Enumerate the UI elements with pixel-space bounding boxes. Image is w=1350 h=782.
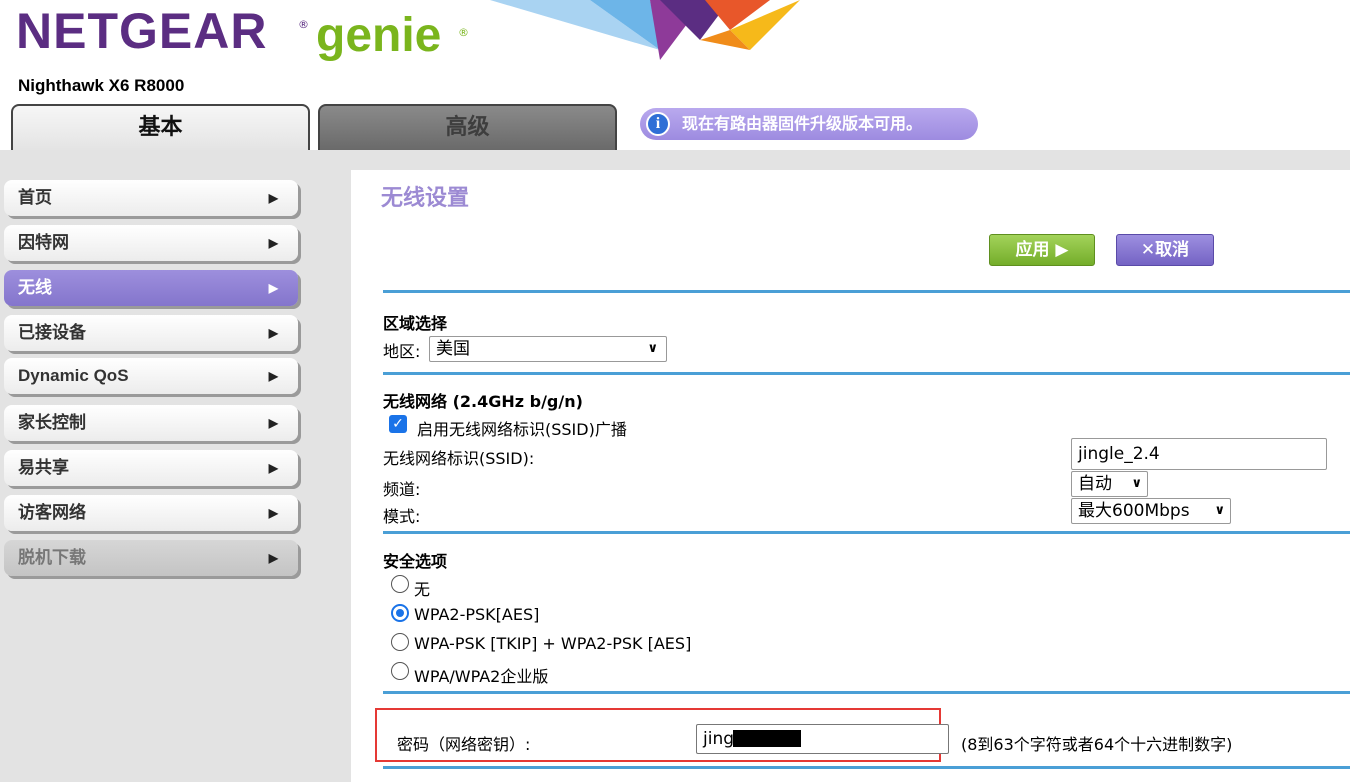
security-option-label: 无 bbox=[414, 580, 431, 599]
arrow-right-icon: ▶ bbox=[268, 369, 278, 383]
sidebar-item-label: 已接设备 bbox=[18, 323, 86, 342]
security-radio-enterprise[interactable] bbox=[391, 662, 409, 680]
region-select[interactable]: 美国 ∨ bbox=[429, 336, 667, 362]
arrow-right-icon: ▶ bbox=[268, 326, 278, 340]
header: NETGEAR ® genie ® Nighthawk X6 R8000 基本 … bbox=[0, 0, 1350, 150]
section-divider bbox=[383, 372, 1350, 375]
sidebar-item-readyshare[interactable]: 易共享 ▶ bbox=[4, 450, 298, 486]
arrow-right-icon: ▶ bbox=[268, 191, 278, 205]
chevron-down-icon: ∨ bbox=[1214, 503, 1225, 518]
security-radio-none[interactable] bbox=[391, 575, 409, 593]
password-label: 密码（网络密钥）: bbox=[397, 735, 531, 754]
registered-mark: ® bbox=[298, 18, 309, 31]
sidebar-item-label: 脱机下载 bbox=[18, 548, 86, 567]
section-divider bbox=[383, 766, 1350, 769]
decorative-graphic bbox=[490, 0, 800, 60]
ssid-input[interactable]: jingle_2.4 bbox=[1071, 438, 1327, 470]
sidebar-item-offline-download[interactable]: 脱机下载 ▶ bbox=[4, 540, 298, 576]
tab-advanced[interactable]: 高级 bbox=[318, 104, 617, 150]
channel-select[interactable]: 自动 ∨ bbox=[1071, 471, 1148, 497]
sidebar-item-guest-network[interactable]: 访客网络 ▶ bbox=[4, 495, 298, 531]
region-section-title: 区域选择 bbox=[383, 314, 448, 333]
security-option-label: WPA/WPA2企业版 bbox=[414, 667, 549, 686]
password-input-value: jing bbox=[703, 729, 735, 749]
chevron-down-icon: ∨ bbox=[1131, 476, 1142, 491]
arrow-right-icon: ▶ bbox=[268, 416, 278, 430]
sidebar-item-home[interactable]: 首页 ▶ bbox=[4, 180, 298, 216]
firmware-update-notice[interactable]: i 现在有路由器固件升级版本可用。 bbox=[640, 108, 978, 140]
sidebar-item-parental-controls[interactable]: 家长控制 ▶ bbox=[4, 405, 298, 441]
chevron-down-icon: ∨ bbox=[647, 341, 658, 356]
firmware-update-text: 现在有路由器固件升级版本可用。 bbox=[682, 114, 923, 133]
sidebar-item-label: 访客网络 bbox=[18, 503, 86, 522]
channel-label: 频道: bbox=[383, 480, 421, 499]
sidebar-item-label: 因特网 bbox=[18, 233, 69, 252]
region-label: 地区: bbox=[383, 342, 421, 361]
cancel-button[interactable]: ✕取消 bbox=[1116, 234, 1214, 266]
region-select-value: 美国 bbox=[436, 339, 470, 359]
sidebar-item-wireless[interactable]: 无线 ▶ bbox=[4, 270, 298, 306]
mode-label: 模式: bbox=[383, 507, 421, 526]
genie-logo: genie bbox=[316, 9, 442, 62]
apply-button[interactable]: 应用 ▶ bbox=[989, 234, 1095, 266]
registered-mark: ® bbox=[458, 26, 469, 39]
sidebar-item-internet[interactable]: 因特网 ▶ bbox=[4, 225, 298, 261]
sidebar-item-label: 无线 bbox=[18, 278, 52, 297]
security-radio-wpa-wpa2-mixed[interactable] bbox=[391, 633, 409, 651]
sidebar-item-label: 家长控制 bbox=[18, 413, 86, 432]
page-title: 无线设置 bbox=[381, 186, 470, 211]
arrow-right-icon: ▶ bbox=[268, 236, 278, 250]
arrow-right-icon: ▶ bbox=[268, 281, 278, 295]
arrow-right-icon: ▶ bbox=[268, 506, 278, 520]
ssid-label: 无线网络标识(SSID): bbox=[383, 449, 535, 468]
security-section-title: 安全选项 bbox=[383, 552, 448, 571]
wireless-section-title: 无线网络 (2.4GHz b/g/n) bbox=[383, 392, 583, 411]
netgear-logo: NETGEAR bbox=[16, 3, 268, 59]
header-divider bbox=[0, 150, 1350, 170]
main-content: 无线设置 应用 ▶ ✕取消 区域选择 地区: 美国 ∨ 无线网络 (2.4GHz… bbox=[351, 170, 1350, 782]
section-divider bbox=[383, 691, 1350, 694]
ssid-broadcast-label: 启用无线网络标识(SSID)广播 bbox=[417, 420, 627, 439]
ssid-input-value: jingle_2.4 bbox=[1078, 444, 1160, 464]
ssid-broadcast-checkbox[interactable]: ✓ bbox=[389, 415, 407, 433]
sidebar-item-label: 首页 bbox=[18, 188, 52, 207]
router-model: Nighthawk X6 R8000 bbox=[18, 76, 185, 95]
info-icon: i bbox=[646, 112, 670, 136]
security-radio-wpa2-psk-aes[interactable] bbox=[391, 604, 409, 622]
sidebar: 首页 ▶ 因特网 ▶ 无线 ▶ 已接设备 ▶ Dynamic QoS ▶ 家长控… bbox=[0, 170, 351, 782]
section-divider bbox=[383, 290, 1350, 293]
mode-select-value: 最大600Mbps bbox=[1078, 501, 1190, 521]
security-option-label: WPA-PSK [TKIP] + WPA2-PSK [AES] bbox=[414, 634, 692, 653]
sidebar-item-label: 易共享 bbox=[18, 458, 69, 477]
mode-select[interactable]: 最大600Mbps ∨ bbox=[1071, 498, 1231, 524]
security-option-label: WPA2-PSK[AES] bbox=[414, 605, 540, 624]
arrow-right-icon: ▶ bbox=[268, 551, 278, 565]
section-divider bbox=[383, 531, 1350, 534]
password-hint: (8到63个字符或者64个十六进制数字) bbox=[961, 735, 1233, 754]
arrow-right-icon: ▶ bbox=[268, 461, 278, 475]
sidebar-item-label: Dynamic QoS bbox=[18, 366, 129, 385]
tab-basic[interactable]: 基本 bbox=[11, 104, 310, 150]
masked-password-redaction bbox=[733, 730, 801, 747]
sidebar-item-dynamic-qos[interactable]: Dynamic QoS ▶ bbox=[4, 358, 298, 394]
sidebar-item-attached-devices[interactable]: 已接设备 ▶ bbox=[4, 315, 298, 351]
channel-select-value: 自动 bbox=[1078, 474, 1112, 494]
